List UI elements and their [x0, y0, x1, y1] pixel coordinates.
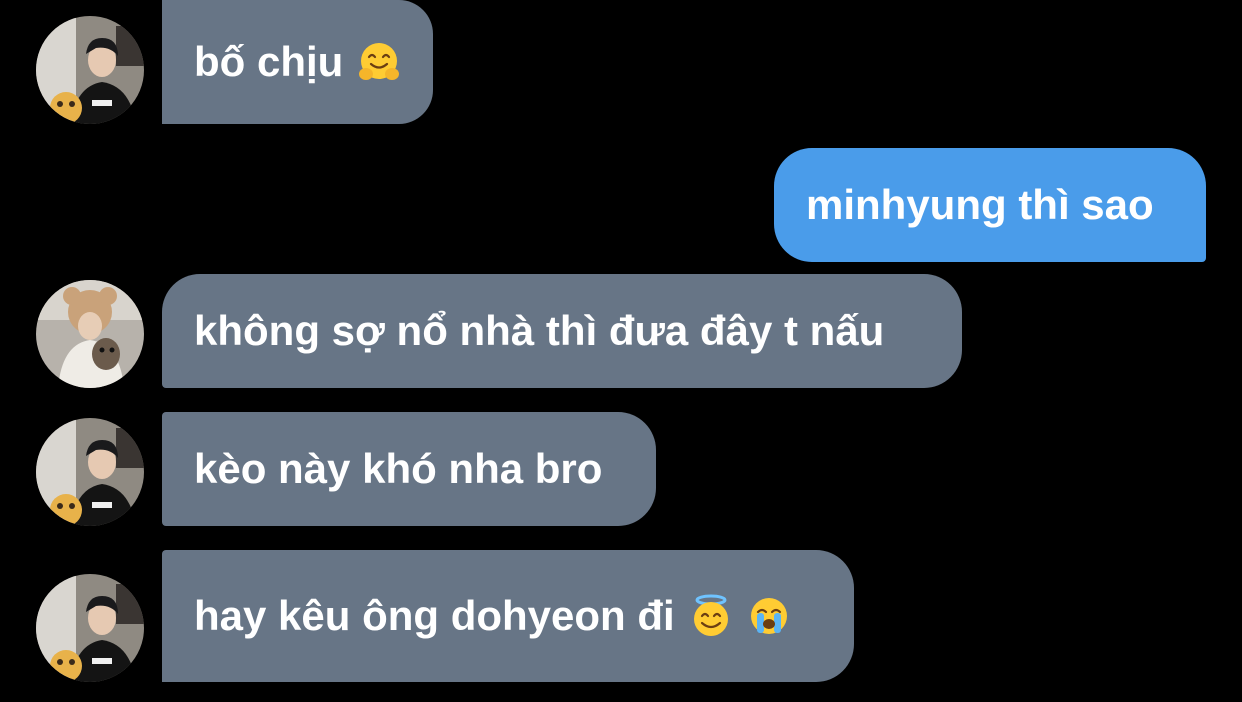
avatar-photo[interactable] — [36, 280, 144, 388]
message-text: minhyung thì sao — [806, 181, 1154, 228]
avatar-photo[interactable] — [36, 16, 144, 124]
avatar-photo-image — [36, 16, 144, 124]
loudly-crying-face-emoji-icon — [747, 594, 791, 638]
incoming-message-bubble[interactable]: bố chịu — [162, 0, 434, 124]
hugging-face-emoji-icon — [357, 40, 401, 84]
smiling-face-with-halo-emoji-icon — [689, 594, 733, 638]
message-text: kèo này khó nha bro — [194, 445, 603, 492]
avatar-photo-image — [36, 574, 144, 682]
incoming-message-bubble[interactable]: không sợ nổ nhà thì đưa đây t nấu — [162, 274, 962, 388]
outgoing-message-bubble[interactable]: minhyung thì sao — [774, 148, 1206, 262]
message-text: không sợ nổ nhà thì đưa đây t nấu — [194, 307, 885, 354]
message-text: bố chịu — [194, 38, 344, 85]
incoming-message-bubble[interactable]: kèo này khó nha bro — [162, 412, 656, 526]
avatar-photo-image — [36, 418, 144, 526]
avatar-photo[interactable] — [36, 418, 144, 526]
message-text: hay kêu ông dohyeon đi — [194, 592, 675, 639]
incoming-message-bubble[interactable]: hay kêu ông dohyeon đi — [162, 550, 854, 682]
avatar-photo[interactable] — [36, 574, 144, 682]
avatar-photo-image — [36, 280, 144, 388]
